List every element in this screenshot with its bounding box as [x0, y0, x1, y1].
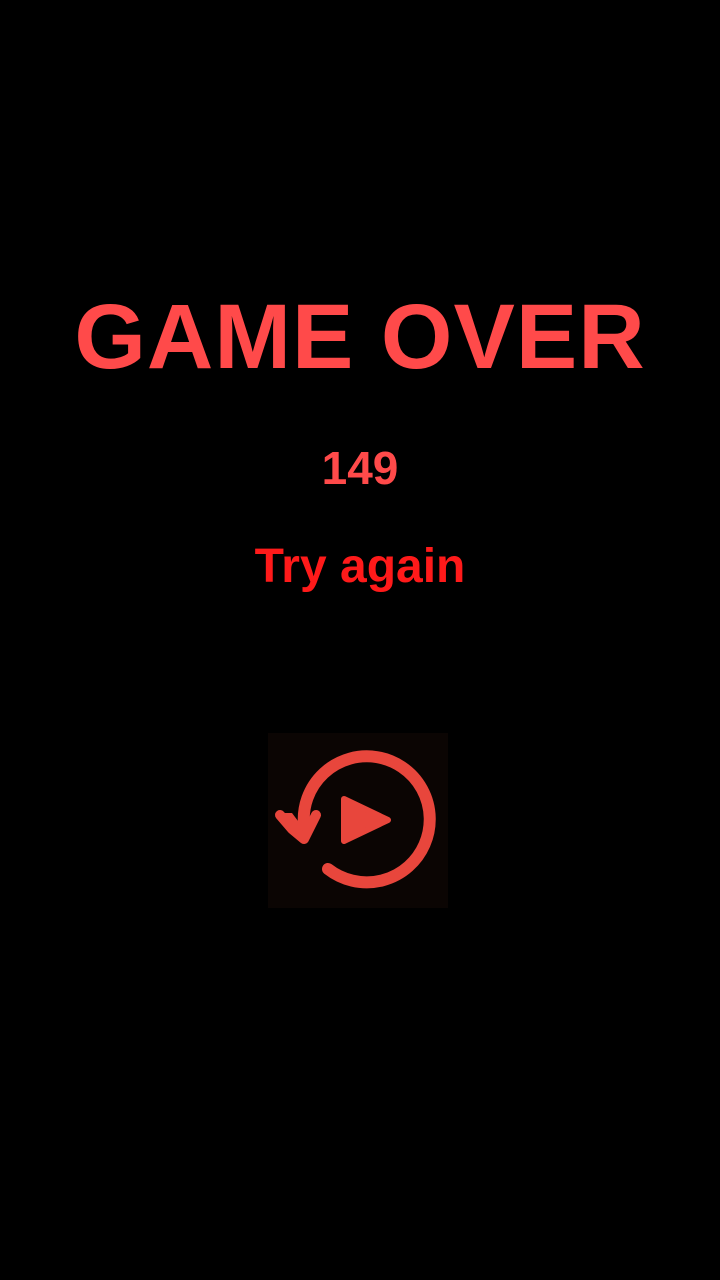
- game-over-title: GAME OVER: [74, 286, 646, 388]
- final-score: 149: [321, 442, 399, 494]
- replay-button[interactable]: [268, 733, 448, 908]
- try-again-label: Try again: [254, 540, 466, 593]
- replay-icon: [275, 750, 436, 889]
- game-over-screen: GAME OVER 149 Try again: [0, 0, 720, 1280]
